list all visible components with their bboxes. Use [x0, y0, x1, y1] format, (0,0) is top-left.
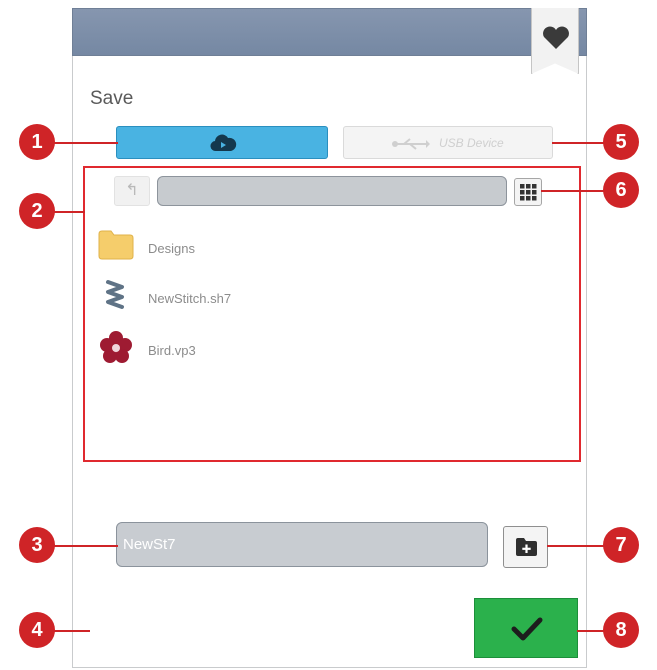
callout-leader-7	[547, 545, 605, 547]
folder-icon	[98, 230, 134, 260]
callout-5: 5	[603, 124, 639, 160]
callout-leader-1	[54, 142, 118, 144]
callout-6: 6	[603, 172, 639, 208]
embroidery-flower-icon	[100, 331, 132, 363]
callout-leader-3	[54, 545, 118, 547]
save-dialog-screenshot: Save USB Device ↰ Designs NewStitch.sh7 …	[0, 0, 657, 670]
file-item-name: Bird.vp3	[148, 343, 196, 358]
file-item-bird-design[interactable]: Bird.vp3	[98, 330, 398, 370]
file-item-name: Designs	[148, 241, 195, 256]
callout-7: 7	[603, 527, 639, 563]
callout-2: 2	[19, 193, 55, 229]
confirm-save-button[interactable]	[474, 598, 578, 658]
callout-1: 1	[19, 124, 55, 160]
callout-leader-2	[54, 211, 85, 213]
grid-view-button[interactable]	[514, 178, 542, 206]
file-name-input[interactable]	[116, 522, 488, 567]
folder-up-button[interactable]: ↰	[114, 176, 150, 206]
callout-leader-8	[577, 630, 605, 632]
stitch-file-icon	[106, 280, 124, 309]
folder-up-icon: ↰	[125, 182, 139, 199]
callout-leader-4	[54, 630, 90, 632]
heart-icon	[543, 26, 569, 49]
new-folder-button[interactable]	[503, 526, 548, 568]
current-path-bar	[157, 176, 507, 206]
usb-source-label: USB Device	[439, 136, 504, 150]
file-item-designs-folder[interactable]: Designs	[98, 228, 398, 268]
checkmark-icon	[511, 617, 543, 641]
callout-leader-5	[552, 142, 605, 144]
dialog-title: Save	[90, 88, 134, 109]
usb-icon	[392, 138, 430, 150]
callout-4: 4	[19, 612, 55, 648]
new-folder-icon	[516, 538, 537, 556]
grid-view-icon	[520, 184, 537, 201]
dialog-header-bar	[72, 8, 587, 56]
file-item-stitch-file[interactable]: NewStitch.sh7	[98, 278, 398, 318]
file-item-name: NewStitch.sh7	[148, 291, 232, 306]
usb-source-button[interactable]: USB Device	[343, 126, 553, 159]
callout-leader-6	[541, 190, 605, 192]
callout-8: 8	[603, 612, 639, 648]
cloud-icon	[210, 134, 237, 152]
callout-3: 3	[19, 527, 55, 563]
cloud-source-button[interactable]	[116, 126, 328, 159]
